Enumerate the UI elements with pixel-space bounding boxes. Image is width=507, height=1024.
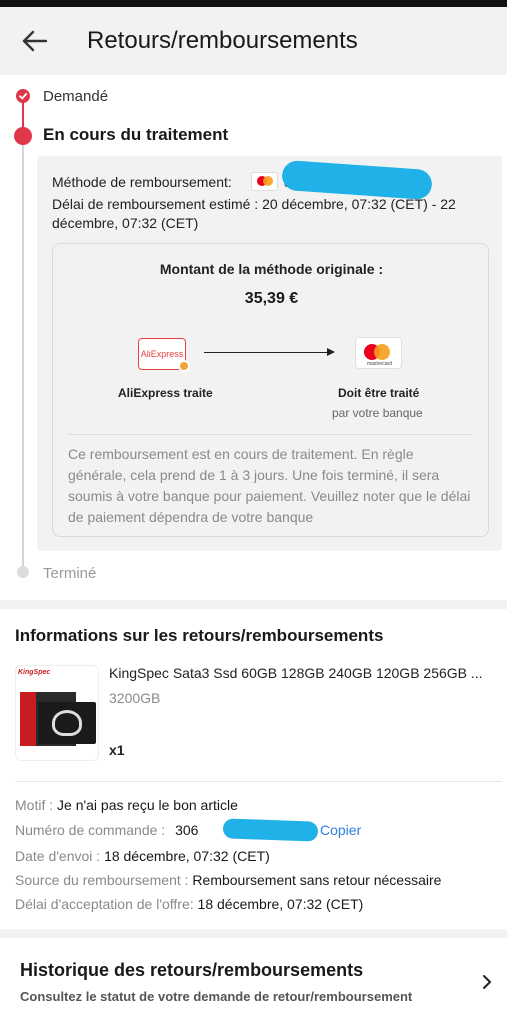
processing-note: Ce remboursement est en cours de traitem… xyxy=(68,446,471,525)
from-label: AliExpress traite xyxy=(118,386,213,400)
product-quantity: x1 xyxy=(109,742,125,758)
offer-acceptance-row: Délai d'acceptation de l'offre: 18 décem… xyxy=(15,896,364,912)
history-subtitle: Consultez le statut de votre demande de … xyxy=(20,989,413,1004)
divider xyxy=(68,434,473,435)
copy-button[interactable]: Copier xyxy=(320,822,361,838)
to-label: Doit être traité xyxy=(338,386,420,400)
ship-date-row: Date d'envoi : 18 décembre, 07:32 (CET) xyxy=(15,848,270,864)
step-completed: Terminé xyxy=(43,565,97,582)
history-title[interactable]: Historique des retours/remboursements xyxy=(20,960,363,981)
refund-delay-line2: décembre, 07:32 (CET) xyxy=(52,215,199,231)
app-header: Retours/remboursements xyxy=(0,7,507,75)
arrow-right-icon xyxy=(327,348,335,356)
product-name[interactable]: KingSpec Sata3 Ssd 60GB 128GB 240GB 120G… xyxy=(109,665,483,681)
back-arrow-icon[interactable] xyxy=(20,29,48,53)
refund-method-label: Méthode de remboursement: xyxy=(52,174,232,190)
flow-arrow xyxy=(204,352,332,353)
check-icon xyxy=(19,93,28,100)
order-number-row: Numéro de commande : 306 xyxy=(15,822,199,838)
to-sublabel: par votre banque xyxy=(332,406,423,420)
redaction-mark xyxy=(222,818,319,842)
motif-row: Motif : Je n'ai pas reçu le bon article xyxy=(15,797,238,813)
mastercard-icon: mastercard xyxy=(355,337,402,369)
timeline-dot-done xyxy=(16,89,30,103)
timeline-dot-pending xyxy=(17,566,29,578)
refund-amount: 35,39 € xyxy=(244,290,299,307)
timeline-dot-current xyxy=(14,127,32,145)
history-card[interactable] xyxy=(0,938,507,1024)
chevron-right-icon[interactable] xyxy=(480,974,494,990)
timeline-line xyxy=(22,96,24,572)
divider xyxy=(15,781,502,782)
refund-delay-line1: Délai de remboursement estimé : 20 décem… xyxy=(52,196,456,212)
clock-icon xyxy=(178,360,190,372)
status-bar xyxy=(0,0,507,7)
product-image[interactable]: KingSpec xyxy=(15,665,99,761)
amount-title: Montant de la méthode originale : xyxy=(159,261,384,277)
step-processing: En cours du traitement xyxy=(43,125,229,144)
step-requested: Demandé xyxy=(43,88,109,105)
product-variant: 3200GB xyxy=(109,690,161,706)
page-title: Retours/remboursements xyxy=(87,27,358,54)
mastercard-icon xyxy=(251,172,278,191)
refund-source-row: Source du remboursement : Remboursement … xyxy=(15,872,442,888)
refund-amount-box: Montant de la méthode originale : 35,39 … xyxy=(52,243,489,537)
section-title: Informations sur les retours/rembourseme… xyxy=(15,626,384,645)
